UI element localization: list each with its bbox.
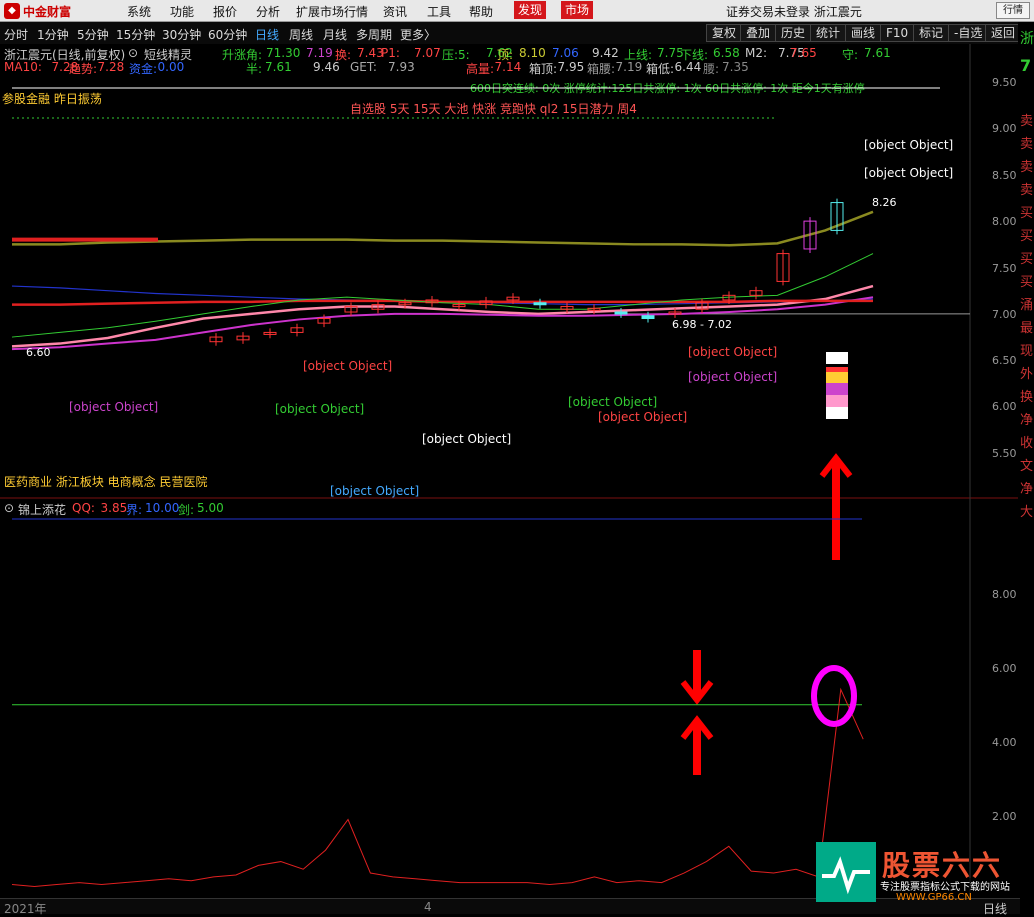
tool-adjust-button[interactable]: 复权: [706, 24, 743, 42]
menu-discover[interactable]: 发现: [514, 1, 547, 19]
period-multi[interactable]: 多周期: [356, 26, 392, 43]
watermark-url: WWW.GP66.CN: [896, 892, 972, 903]
ma-line-green: [11, 253, 874, 338]
price-low-label: 6.60: [26, 346, 51, 359]
signal-block: [826, 395, 848, 407]
period-more[interactable]: 更多〉: [400, 26, 436, 43]
chart-signal-label: [object Object]: [330, 484, 420, 498]
side-panel-label: 净: [1020, 413, 1034, 428]
quote-side-panel: 浙 7 卖卖卖卖买买买买涌最现外换净收文净大: [1018, 22, 1034, 914]
sub-indicator-dropdown-icon[interactable]: ⊙: [4, 501, 14, 515]
side-panel-label: 买: [1020, 275, 1034, 290]
signal-block: [826, 372, 848, 384]
ma-line-pink: [11, 284, 874, 348]
side-panel-label: 大: [1020, 505, 1034, 520]
tool-overlay-button[interactable]: 叠加: [740, 24, 777, 42]
chart-signal-label: [object Object]: [568, 395, 658, 409]
year-label: 2021年: [4, 902, 47, 916]
side-panel-label: 卖: [1020, 137, 1034, 152]
menu-quote[interactable]: 报价: [213, 3, 237, 20]
qq-series-line: [11, 687, 864, 887]
side-panel-label: 收: [1020, 436, 1034, 451]
side-panel-label: 净: [1020, 482, 1034, 497]
signal-block: [826, 383, 848, 395]
chart-signal-label: [object Object]: [303, 359, 393, 373]
sub-indicator-value: 10.00: [145, 501, 180, 515]
highlight-circle: [811, 665, 857, 727]
tool-draw-button[interactable]: 画线: [845, 24, 882, 42]
side-panel-label: 买: [1020, 206, 1034, 221]
sub-indicator-value: 3.85: [100, 501, 128, 515]
chart-signal-label: [object Object]: [864, 138, 954, 152]
price-high-label: 8.26: [872, 196, 897, 209]
period-weekly[interactable]: 周线: [289, 26, 313, 43]
side-panel-label: 卖: [1020, 160, 1034, 175]
side-stock-char: 浙: [1020, 31, 1034, 47]
side-panel-label: 涌: [1020, 298, 1034, 313]
month-label: 4: [424, 900, 432, 914]
chart-signal-label: [object Object]: [275, 402, 365, 416]
candle-body: [641, 315, 655, 320]
logo-text: 中金财富: [23, 4, 72, 19]
watermark-subtitle: 专注股票指标公式下载的网站: [880, 878, 1010, 893]
login-status: 证券交易未登录 浙江震元: [726, 5, 862, 19]
side-panel-label: 换: [1020, 390, 1034, 405]
menu-analysis[interactable]: 分析: [256, 3, 280, 20]
chart-signal-label: [object Object]: [688, 345, 778, 359]
side-panel-label: 外: [1020, 367, 1034, 382]
chart-signal-label: [object Object]: [598, 410, 688, 424]
sector-text: 医药商业 浙江板块 电商概念 民营医院: [4, 475, 208, 489]
tool-history-button[interactable]: 历史: [775, 24, 812, 42]
chart-signal-label: [object Object]: [422, 432, 512, 446]
logo-mark-icon: ◆: [4, 3, 20, 19]
side-panel-label: 现: [1020, 344, 1034, 359]
tool-f10-button[interactable]: F10: [880, 24, 915, 42]
candle-body: [533, 302, 547, 306]
chart-signal-label: [object Object]: [864, 166, 954, 180]
sub-indicator-value: QQ:: [72, 501, 95, 515]
menu-function[interactable]: 功能: [170, 3, 194, 20]
side-panel-label: 卖: [1020, 183, 1034, 198]
period-monthly[interactable]: 月线: [323, 26, 347, 43]
tool-stats-button[interactable]: 统计: [810, 24, 847, 42]
sub-indicator-value: 界:: [126, 503, 143, 517]
tool-mark-button[interactable]: 标记: [913, 24, 950, 42]
menu-news[interactable]: 资讯: [383, 3, 407, 20]
side-price: 7: [1020, 56, 1032, 75]
period-1min[interactable]: 1分钟: [37, 26, 69, 43]
tool-back-button[interactable]: 返回: [985, 24, 1022, 42]
signal-block: [826, 352, 848, 364]
side-panel-label: 文: [1020, 459, 1034, 474]
app-logo: ◆ 中金财富: [4, 2, 71, 20]
side-panel-label: 最: [1020, 321, 1034, 336]
menu-help[interactable]: 帮助: [469, 3, 493, 20]
sub-indicator-title: 锦上添花: [18, 503, 67, 517]
period-30min[interactable]: 30分钟: [162, 26, 201, 43]
side-panel-label: 买: [1020, 252, 1034, 267]
period-daily[interactable]: 日线: [255, 26, 279, 43]
period-15min[interactable]: 15分钟: [116, 26, 155, 43]
period-tick[interactable]: 分时: [4, 26, 28, 43]
menu-system[interactable]: 系统: [127, 3, 151, 20]
period-5min[interactable]: 5分钟: [77, 26, 109, 43]
menu-tools[interactable]: 工具: [427, 3, 451, 20]
menu-extended-market[interactable]: 扩展市场行情: [296, 3, 368, 20]
chart-signal-label: [object Object]: [69, 400, 159, 414]
period-60min[interactable]: 60分钟: [208, 26, 247, 43]
range-label: 6.98 - 7.02: [672, 318, 732, 331]
tool-remove-watch-button[interactable]: -自选: [948, 24, 989, 42]
candle-body: [614, 311, 628, 315]
sub-indicator-value: 5.00: [197, 501, 224, 515]
sub-indicator-value: 剑:: [178, 503, 195, 517]
site-watermark: 股票六六 专注股票指标公式下载的网站 WWW.GP66.CN: [816, 842, 1018, 906]
signal-block: [826, 407, 848, 419]
chart-signal-label: [object Object]: [688, 370, 778, 384]
side-panel-label: 买: [1020, 229, 1034, 244]
quote-window-button[interactable]: 行情: [996, 2, 1030, 19]
watermark-logo-icon: [816, 842, 876, 902]
side-panel-label: 卖: [1020, 114, 1034, 129]
menu-market[interactable]: 市场: [561, 1, 594, 19]
sub-chart-header: ⊙ 锦上添花 QQ: 3.85 界: 10.00 剑: 5.00: [0, 500, 970, 517]
top-menu-bar: ◆ 中金财富 系统 功能 报价 分析 扩展市场行情 资讯 工具 帮助 发现 市场…: [0, 0, 1034, 22]
